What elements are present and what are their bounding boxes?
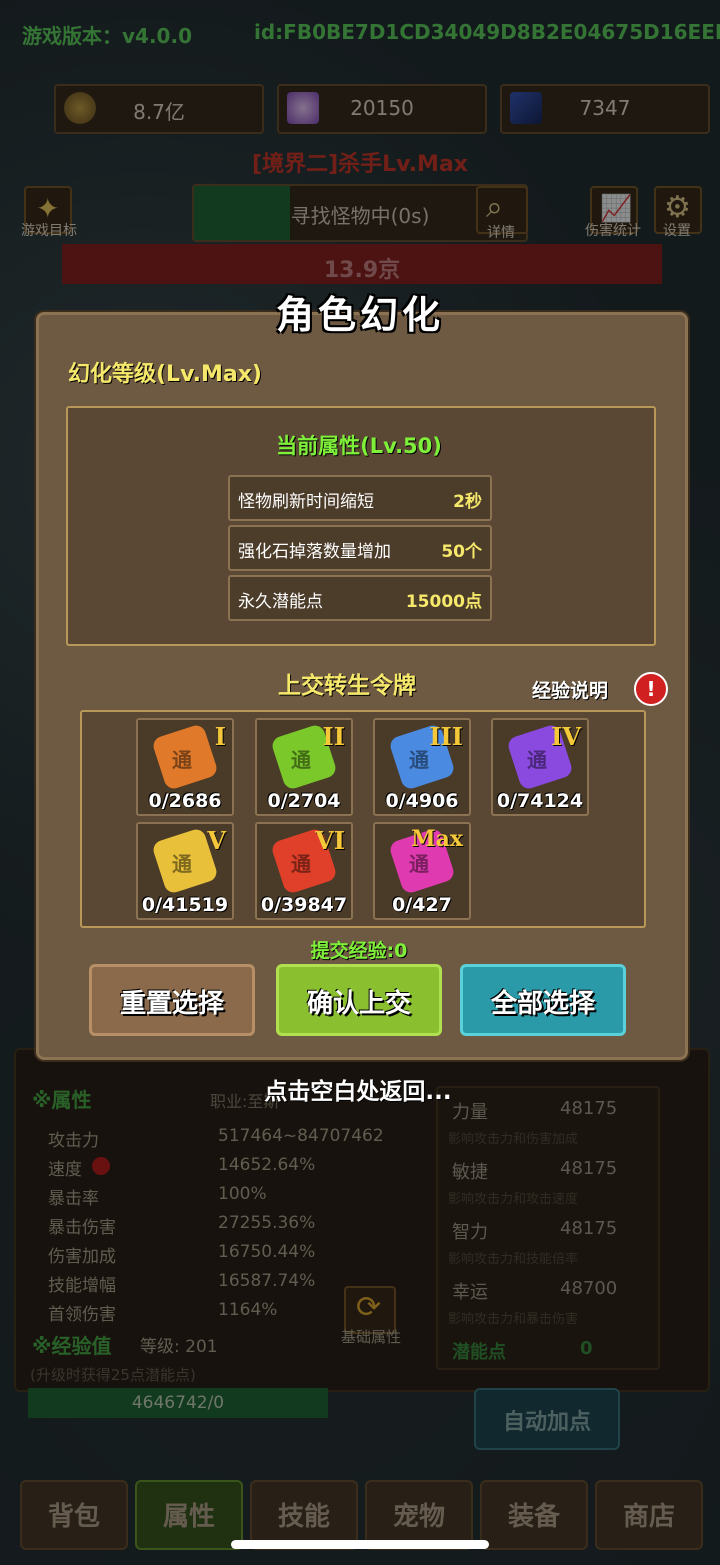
token-mark: 通 bbox=[527, 748, 547, 772]
token-tier: IV bbox=[551, 722, 581, 751]
token-count: 0/4906 bbox=[385, 790, 459, 812]
exp-explain-label[interactable]: 经验说明 bbox=[532, 676, 608, 703]
attr-line-value: 50个 bbox=[441, 542, 482, 562]
confirm-submit-button[interactable]: 确认上交 bbox=[276, 964, 442, 1036]
token-mark: 通 bbox=[409, 748, 429, 772]
home-indicator[interactable] bbox=[231, 1540, 489, 1549]
token-tier: III bbox=[429, 722, 463, 751]
info-alert-icon[interactable]: ! bbox=[634, 672, 668, 706]
attr-line: 怪物刷新时间缩短 2秒 bbox=[228, 475, 492, 521]
token-slot-iii[interactable]: 通 III 0/4906 bbox=[373, 718, 471, 816]
token-slot-ii[interactable]: 通 II 0/2704 bbox=[255, 718, 353, 816]
token-count: 0/39847 bbox=[260, 894, 348, 916]
attr-line-name: 永久潜能点 bbox=[238, 592, 323, 612]
token-slot-vi[interactable]: 通 VI 0/39847 bbox=[255, 822, 353, 920]
select-all-label: 全部选择 bbox=[490, 989, 595, 1019]
confirm-label: 确认上交 bbox=[306, 989, 411, 1019]
select-all-button[interactable]: 全部选择 bbox=[460, 964, 626, 1036]
token-count: 0/41519 bbox=[141, 894, 229, 916]
token-tier: Max bbox=[411, 826, 463, 852]
attr-line: 强化石掉落数量增加 50个 bbox=[228, 525, 492, 571]
token-mark: 通 bbox=[172, 852, 192, 876]
token-tier: I bbox=[214, 722, 226, 751]
token-slot-i[interactable]: 通 I 0/2686 bbox=[136, 718, 234, 816]
token-mark: 通 bbox=[409, 852, 429, 876]
token-mark: 通 bbox=[172, 748, 192, 772]
tokens-title: 上交转生令牌 bbox=[278, 673, 416, 699]
token-tier: VI bbox=[315, 826, 345, 855]
close-hint[interactable]: 点击空白处返回... bbox=[0, 1072, 716, 1106]
attr-line: 永久潜能点 15000点 bbox=[228, 575, 492, 621]
token-tier: II bbox=[322, 722, 345, 751]
current-attr-title: 当前属性(Lv.50) bbox=[276, 434, 442, 458]
reset-label: 重置选择 bbox=[119, 989, 224, 1019]
token-mark: 通 bbox=[291, 852, 311, 876]
token-count: 0/74124 bbox=[496, 790, 584, 812]
transform-level-title: 幻化等级(Lv.Max) bbox=[68, 362, 262, 387]
token-slot-v[interactable]: 通 V 0/41519 bbox=[136, 822, 234, 920]
token-count: 0/2704 bbox=[267, 790, 341, 812]
attr-line-value: 15000点 bbox=[405, 592, 482, 612]
reset-selection-button[interactable]: 重置选择 bbox=[89, 964, 255, 1036]
token-count: 0/2686 bbox=[148, 790, 222, 812]
token-slot-max[interactable]: 通 Max 0/427 bbox=[373, 822, 471, 920]
attr-line-name: 强化石掉落数量增加 bbox=[238, 542, 391, 562]
token-tier: V bbox=[207, 826, 226, 855]
modal-title: 角色幻化 bbox=[275, 293, 444, 337]
token-count: 0/427 bbox=[392, 894, 452, 916]
token-mark: 通 bbox=[291, 748, 311, 772]
attr-line-value: 2秒 bbox=[453, 492, 482, 512]
token-slot-iv[interactable]: 通 IV 0/74124 bbox=[491, 718, 589, 816]
submit-exp-label: 提交经验:0 bbox=[310, 940, 408, 962]
attr-line-name: 怪物刷新时间缩短 bbox=[238, 492, 374, 512]
